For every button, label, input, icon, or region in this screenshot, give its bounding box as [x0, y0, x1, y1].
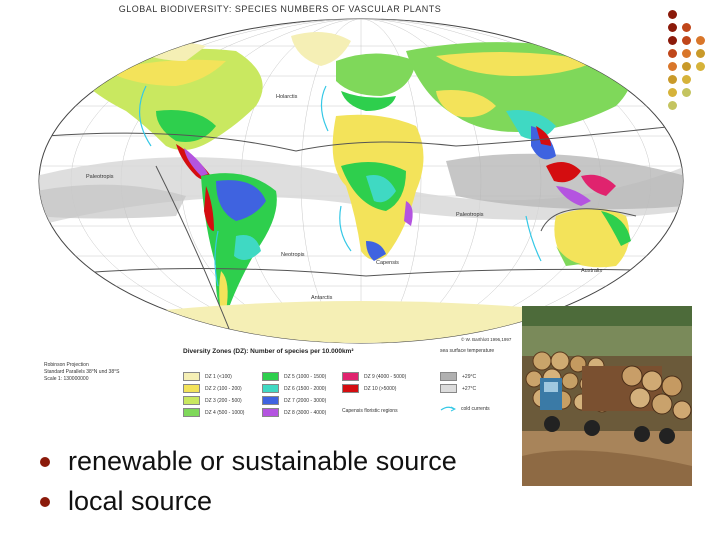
legend-swatch — [183, 408, 200, 417]
region-label-australis: Australis — [581, 268, 602, 274]
decor-dot — [668, 49, 677, 58]
decor-dot — [668, 62, 677, 71]
cold-current-arrow-icon — [440, 406, 456, 412]
map-credit: © W. Barthlott 1996,1997 — [461, 336, 512, 342]
bullet-dot-icon — [40, 456, 50, 467]
legend-swatch — [183, 384, 200, 393]
decor-dot — [668, 23, 677, 32]
bullet-item-renewable: renewable or sustainable source — [40, 446, 457, 477]
legend-dz2: DZ 2 (100 - 200) — [183, 384, 242, 393]
bullet-item-local: local source — [40, 486, 212, 517]
decor-dot — [682, 23, 691, 32]
decor-dot — [696, 49, 705, 58]
decor-dot — [682, 62, 691, 71]
decor-dot — [668, 101, 677, 110]
map-title: GLOBAL BIODIVERSITY: SPECIES NUMBERS OF … — [118, 4, 442, 14]
legend-title: Diversity Zones (DZ): Number of species … — [183, 348, 354, 355]
legend-swatch — [440, 384, 457, 393]
legend-dz9: DZ 9 (4000 - 5000) — [342, 372, 406, 381]
decor-dot — [682, 49, 691, 58]
decor-dot — [682, 88, 691, 97]
decor-dot — [668, 75, 677, 84]
legend-dz10: DZ 10 (>5000) — [342, 384, 396, 393]
legend-sea-29: +29°C — [440, 372, 476, 381]
legend-swatch — [440, 372, 457, 381]
legend-dz6: DZ 6 (1500 - 2000) — [262, 384, 326, 393]
bullet-text: local source — [68, 486, 213, 516]
decor-dot — [696, 36, 705, 45]
decor-dot — [682, 36, 691, 45]
decorative-dots — [668, 10, 708, 110]
legend-dz1: DZ 1 (<100) — [183, 372, 232, 381]
legend-swatch — [262, 372, 279, 381]
legend-swatch — [183, 396, 200, 405]
bullet-dot-icon — [40, 496, 50, 507]
sea-temperature-title: sea surface temperature — [440, 348, 495, 354]
legend-dz5: DZ 5 (1000 - 1500) — [262, 372, 326, 381]
region-label-neotropis: Neotropis — [281, 252, 305, 258]
region-label-capensis: Capensis — [376, 260, 399, 266]
projection-note: Robinson Projection Standard Parallels 3… — [44, 362, 120, 382]
region-label-paleotropis-west: Paleotropis — [86, 174, 114, 180]
legend-dz8: DZ 8 (3000 - 4000) — [262, 408, 326, 417]
legend-swatch — [183, 372, 200, 381]
biodiversity-world-map: Holarctis Paleotropis Paleotropis Neotro… — [38, 18, 684, 344]
legend-swatch — [262, 408, 279, 417]
region-label-antarctis: Antarctis — [311, 295, 333, 301]
legend-dz4: DZ 4 (500 - 1000) — [183, 408, 244, 417]
region-label-holarctis: Holarctis — [276, 94, 298, 100]
legend-swatch — [342, 372, 359, 381]
legend-swatch — [342, 384, 359, 393]
decor-dot — [668, 88, 677, 97]
legend-dz7: DZ 7 (2000 - 3000) — [262, 396, 326, 405]
decor-dot — [682, 75, 691, 84]
decor-dot — [696, 62, 705, 71]
decor-dot — [668, 10, 677, 19]
bullet-text: renewable or sustainable source — [68, 446, 457, 476]
decor-dot — [668, 36, 677, 45]
region-label-paleotropis-east: Paleotropis — [456, 212, 484, 218]
legend-swatch — [262, 396, 279, 405]
legend-swatch — [262, 384, 279, 393]
timber-truck-photo — [522, 306, 692, 486]
legend-cold-currents: cold currents — [440, 405, 490, 412]
legend-sea-27: +27°C — [440, 384, 476, 393]
legend-floristic-regions: Capensis floristic regions — [342, 408, 398, 414]
legend-dz3: DZ 3 (200 - 500) — [183, 396, 242, 405]
